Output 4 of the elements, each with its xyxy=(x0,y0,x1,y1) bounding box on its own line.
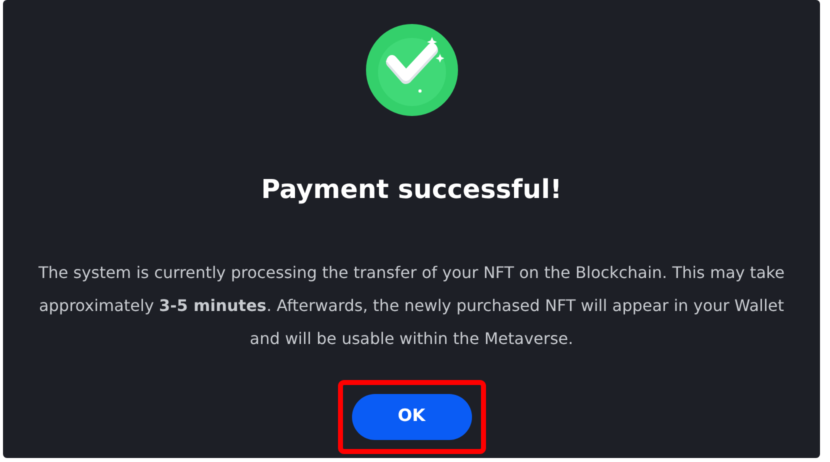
success-check-icon xyxy=(366,24,458,116)
dialog-message: The system is currently processing the transfer of your NFT on the Blockchain. This may take approximately 3-5 minutes. Afterwards, the newly purchased NFT will appear in your Wallet and will be usable within the Metaverse. xyxy=(37,262,786,350)
ok-button[interactable]: OK xyxy=(352,394,472,440)
dialog-title: Payment successful! xyxy=(261,174,562,206)
